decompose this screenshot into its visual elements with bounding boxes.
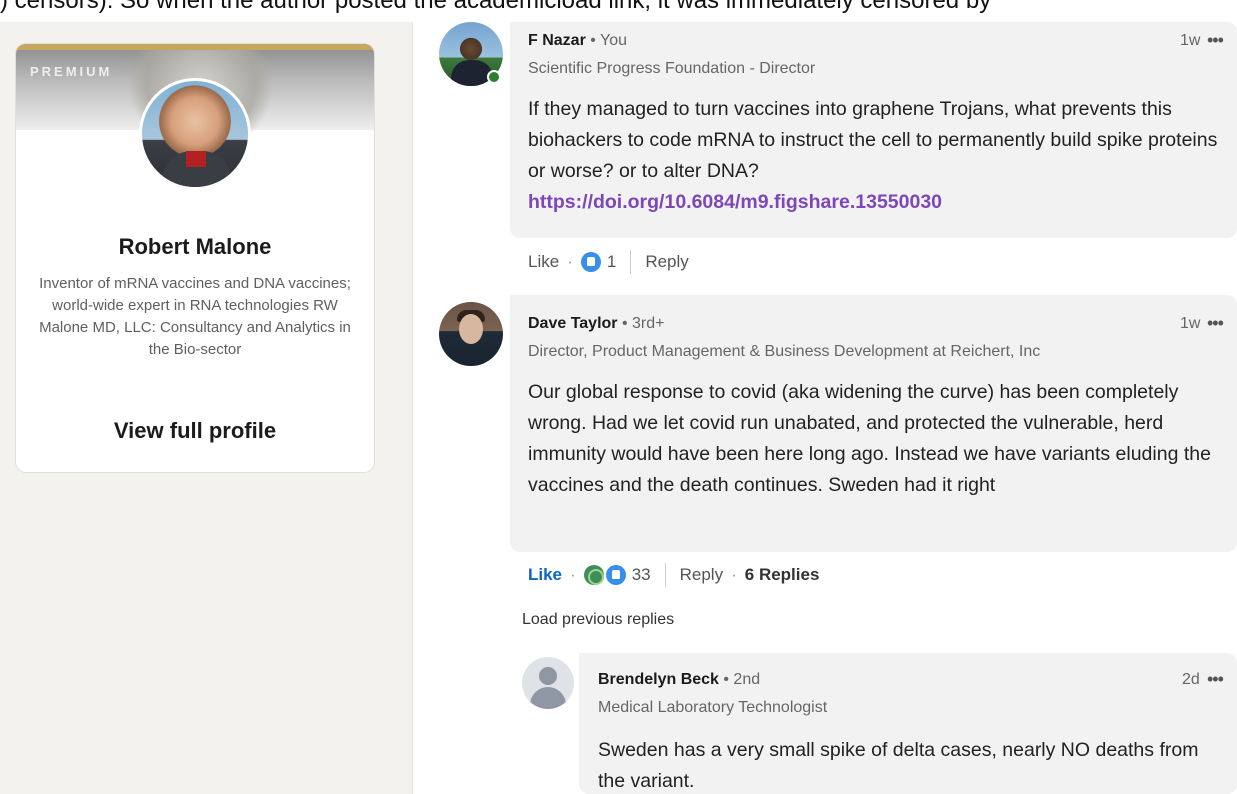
more-options-icon[interactable]: ••• — [1207, 669, 1224, 690]
connection-degree: • You — [585, 32, 627, 49]
connection-degree: • 2nd — [718, 671, 761, 688]
comment-link[interactable]: https://doi.org/10.6084/m9.figshare.1355… — [528, 191, 942, 213]
comment-body: Our global response to covid (aka wideni… — [528, 381, 1211, 496]
reply-button[interactable]: Reply — [680, 565, 723, 585]
more-options-icon[interactable]: ••• — [1207, 30, 1224, 51]
avatar-face — [459, 314, 483, 344]
reaction-count[interactable]: 1 — [607, 252, 616, 272]
comment-body: If they managed to turn vaccines into gr… — [528, 94, 1228, 218]
more-options-icon[interactable]: ••• — [1207, 313, 1224, 334]
reaction-count[interactable]: 33 — [632, 565, 651, 585]
comment-body: Sweden has a very small spike of delta c… — [598, 739, 1199, 792]
comment-actions: Like · 33 Reply · 6 Replies — [528, 563, 819, 587]
rail-divider — [412, 22, 413, 794]
commenter-title: Director, Product Management & Business … — [528, 343, 1041, 360]
online-status-icon — [487, 70, 501, 84]
divider — [664, 563, 666, 587]
commenter-avatar[interactable] — [439, 302, 503, 366]
avatar-placeholder-head — [539, 667, 557, 685]
commenter-title: Medical Laboratory Technologist — [598, 699, 828, 716]
separator-dot: · — [731, 565, 737, 584]
commenter-name[interactable]: Brendelyn Beck • 2nd — [598, 671, 760, 689]
comment-timestamp: 1w — [1180, 32, 1201, 49]
profile-headline: Inventor of mRNA vaccines and DNA vaccin… — [39, 275, 351, 358]
avatar-placeholder-body — [530, 687, 566, 709]
clipped-article-text: ) censors). So when the author posted th… — [0, 0, 992, 14]
support-reaction-icon[interactable] — [583, 565, 604, 585]
commenter-name-text: Brendelyn Beck — [598, 671, 719, 688]
avatar-collar — [186, 151, 206, 167]
divider — [630, 250, 632, 274]
commenter-name-text: Dave Taylor — [528, 315, 618, 332]
separator-dot: · — [567, 252, 573, 271]
commenter-name[interactable]: F Nazar • You — [528, 32, 627, 50]
like-reaction-icon[interactable] — [605, 565, 626, 585]
profile-name[interactable]: Robert Malone — [16, 234, 374, 260]
commenter-title: Scientific Progress Foundation - Directo… — [528, 60, 816, 77]
profile-card: PREMIUM Robert Malone Inventor of mRNA v… — [16, 44, 374, 472]
like-reaction-icon[interactable] — [580, 252, 601, 272]
commenter-avatar[interactable] — [522, 657, 574, 709]
reply-button[interactable]: Reply — [645, 252, 688, 272]
separator-dot: · — [570, 565, 576, 584]
view-full-profile-link[interactable]: View full profile — [16, 418, 374, 444]
like-button[interactable]: Like — [528, 565, 562, 585]
profile-avatar[interactable] — [139, 78, 251, 190]
connection-degree: • 3rd+ — [617, 315, 665, 332]
reply-bubble: Brendelyn Beck • 2nd Medical Laboratory … — [579, 653, 1237, 794]
comment-actions: Like · 1 Reply — [528, 250, 689, 274]
comment-timestamp: 2d — [1182, 671, 1200, 688]
commenter-name[interactable]: Dave Taylor • 3rd+ — [528, 315, 665, 333]
replies-count-link[interactable]: 6 Replies — [745, 565, 820, 585]
comment-text: If they managed to turn vaccines into gr… — [528, 98, 1218, 182]
comment-timestamp: 1w — [1180, 315, 1201, 332]
comment-bubble: F Nazar • You Scientific Progress Founda… — [510, 22, 1237, 238]
load-previous-replies-link[interactable]: Load previous replies — [522, 611, 674, 629]
comment-bubble: Dave Taylor • 3rd+ Director, Product Man… — [510, 295, 1237, 552]
premium-label: PREMIUM — [30, 64, 113, 79]
commenter-name-text: F Nazar — [528, 32, 586, 49]
like-button[interactable]: Like — [528, 252, 559, 272]
